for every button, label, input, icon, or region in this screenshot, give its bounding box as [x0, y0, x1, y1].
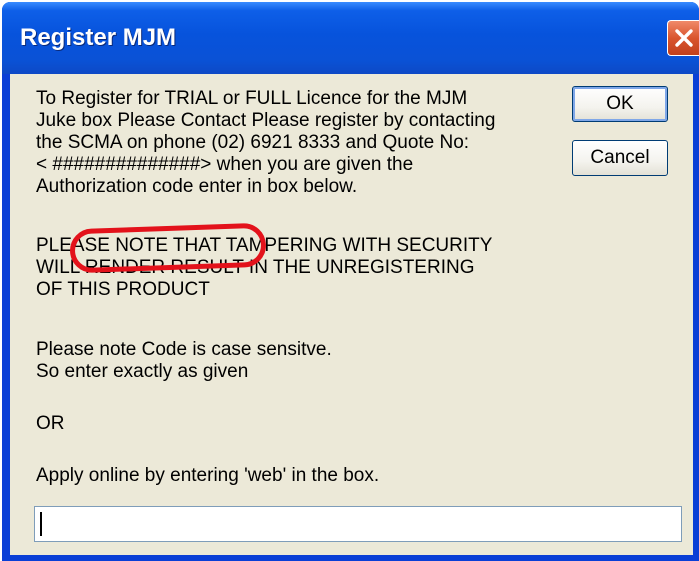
- dialog-body: To Register for TRIAL or FULL Licence fo…: [10, 74, 693, 555]
- online-instructions: Apply online by entering 'web' in the bo…: [36, 465, 380, 486]
- close-icon: [675, 29, 693, 47]
- instructions-line: Juke box Please Contact Please register …: [36, 110, 496, 131]
- authorization-code-input[interactable]: [34, 506, 682, 542]
- instructions-line: To Register for TRIAL or FULL Licence fo…: [36, 88, 468, 109]
- note-line: So enter exactly as given: [36, 361, 249, 382]
- cancel-button[interactable]: Cancel: [572, 140, 668, 176]
- ok-button[interactable]: OK: [572, 86, 668, 122]
- or-label: OR: [36, 413, 65, 434]
- instructions-line: the SCMA on phone (02) 6921 8333 and Quo…: [36, 132, 470, 153]
- register-dialog: Register MJM To Register for TRIAL or FU…: [2, 2, 699, 561]
- note-line: Please note Code is case sensitve.: [36, 339, 332, 360]
- title-bar[interactable]: Register MJM: [2, 2, 699, 74]
- text-caret: [40, 512, 42, 536]
- case-sensitive-note: Please note Code is case sensitve. So en…: [36, 339, 556, 383]
- warning-line: OF THIS PRODUCT: [36, 279, 210, 300]
- window-title: Register MJM: [20, 24, 177, 51]
- close-button[interactable]: [667, 20, 699, 56]
- instructions-text: To Register for TRIAL or FULL Licence fo…: [36, 88, 556, 198]
- red-circle-annotation: [69, 222, 267, 274]
- instructions-line: Authorization code enter in box below.: [36, 176, 358, 197]
- instructions-line: < ##############> when you are given the: [36, 154, 414, 175]
